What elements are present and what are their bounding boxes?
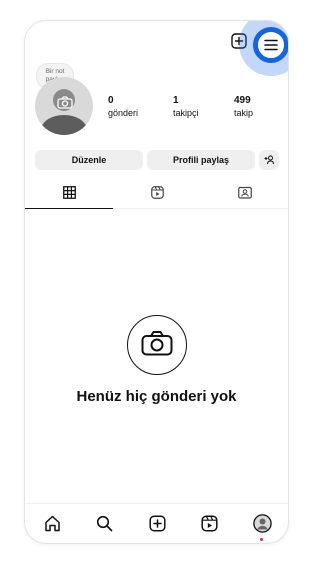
notification-dot [260, 538, 263, 541]
edit-profile-button[interactable]: Düzenle [35, 150, 143, 170]
search-icon[interactable] [93, 512, 115, 534]
tagged-icon [238, 186, 252, 204]
posts-count: 0 [108, 95, 114, 106]
followers-label: takipçi [173, 108, 199, 118]
reels-icon [150, 186, 164, 204]
create-icon[interactable] [146, 512, 168, 534]
profile-tabs [25, 181, 288, 209]
bottom-nav [25, 503, 288, 543]
following-count: 499 [234, 95, 251, 106]
tab-reels[interactable] [113, 181, 201, 209]
posts-stat[interactable]: 0 gönderi [108, 95, 138, 118]
hamburger-menu-icon[interactable] [253, 27, 288, 63]
followers-count: 1 [173, 95, 179, 106]
camera-icon [141, 330, 173, 361]
profile-icon[interactable] [251, 512, 273, 534]
empty-camera-circle [127, 315, 187, 375]
phone-screen: Bir not paylaş 0 gönderi 1 takipçi 499 t… [24, 20, 289, 544]
tab-tagged[interactable] [201, 181, 288, 209]
followers-stat[interactable]: 1 takipçi [173, 95, 199, 118]
home-icon[interactable] [41, 512, 63, 534]
reels-icon[interactable] [198, 512, 220, 534]
add-person-icon[interactable] [259, 150, 279, 170]
camera-icon [56, 95, 74, 109]
empty-state-text: Henüz hiç gönderi yok [76, 388, 237, 405]
grid-icon [62, 185, 76, 204]
following-stat[interactable]: 499 takip [234, 95, 253, 118]
share-profile-button[interactable]: Profili paylaş [147, 150, 255, 170]
following-label: takip [234, 108, 254, 118]
tab-grid[interactable] [25, 181, 113, 209]
posts-label: gönderi [108, 108, 139, 118]
avatar[interactable] [35, 77, 93, 135]
